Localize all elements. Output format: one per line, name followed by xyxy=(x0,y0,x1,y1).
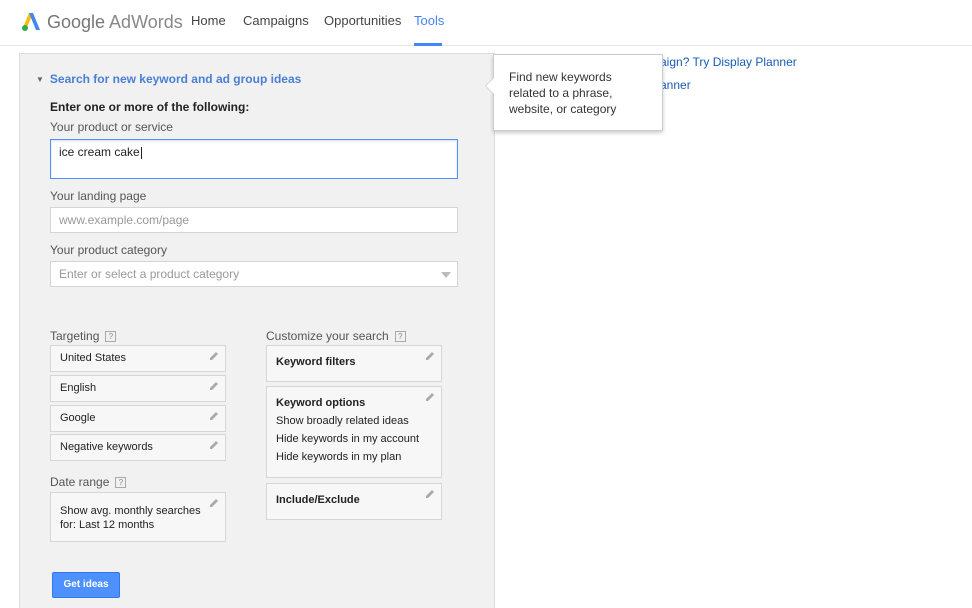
keyword-options-title: Keyword options xyxy=(276,397,366,409)
product-value: ice cream cake xyxy=(59,145,140,159)
dropdown-arrow-icon xyxy=(441,272,451,278)
product-label: Your product or service xyxy=(50,120,173,134)
nav-tools[interactable]: Tools xyxy=(414,13,444,28)
keyword-ideas-panel: ▼ Search for new keyword and ad group ide… xyxy=(19,53,495,608)
targeting-network-label: Google xyxy=(60,412,96,424)
targeting-location[interactable]: United States xyxy=(50,345,226,372)
pencil-icon xyxy=(426,490,434,498)
include-exclude-title: Include/Exclude xyxy=(276,494,360,506)
keyword-option-item: Show broadly related ideas xyxy=(276,415,409,427)
date-range-line2: for: Last 12 months xyxy=(60,519,155,531)
landing-input[interactable]: www.example.com/page xyxy=(50,207,458,233)
section-tooltip: Find new keywords related to a phrase, w… xyxy=(485,54,663,131)
nav-active-indicator xyxy=(414,43,442,46)
date-range-label: Date range? xyxy=(50,475,127,489)
pencil-icon xyxy=(210,382,218,390)
targeting-negative-keywords[interactable]: Negative keywords xyxy=(50,434,226,461)
brand-product: AdWords xyxy=(109,12,183,32)
targeting-label-text: Targeting xyxy=(50,329,100,343)
category-select[interactable]: Enter or select a product category xyxy=(50,261,458,287)
pencil-icon xyxy=(210,412,218,420)
customize-label: Customize your search? xyxy=(266,329,406,343)
section-toggle[interactable]: ▼ Search for new keyword and ad group ide… xyxy=(36,72,301,86)
help-icon[interactable]: ? xyxy=(115,477,127,488)
tooltip-text: Find new keywords related to a phrase, w… xyxy=(509,70,617,116)
help-icon[interactable]: ? xyxy=(105,331,117,342)
nav-campaigns[interactable]: Campaigns xyxy=(243,13,309,28)
pencil-icon xyxy=(426,352,434,360)
landing-label: Your landing page xyxy=(50,189,147,203)
landing-placeholder: www.example.com/page xyxy=(59,213,190,227)
adwords-logo-icon[interactable] xyxy=(20,10,42,32)
pencil-icon xyxy=(210,441,218,449)
display-planner-link[interactable]: aign? Try Display Planner xyxy=(660,55,797,69)
include-exclude-box[interactable]: Include/Exclude xyxy=(266,483,442,520)
get-ideas-button[interactable]: Get ideas xyxy=(52,572,120,598)
app-window: Google AdWords Home Campaigns Opportuniti… xyxy=(0,0,972,608)
pencil-icon xyxy=(210,499,218,507)
pencil-icon xyxy=(210,352,218,360)
top-header: Google AdWords Home Campaigns Opportuniti… xyxy=(0,0,972,46)
targeting-language[interactable]: English xyxy=(50,375,226,402)
targeting-negative-label: Negative keywords xyxy=(60,441,153,453)
keyword-option-item: Hide keywords in my account xyxy=(276,433,420,445)
nav-opportunities[interactable]: Opportunities xyxy=(324,13,401,28)
keyword-options-box[interactable]: Keyword options Show broadly related ide… xyxy=(266,386,442,478)
category-label: Your product category xyxy=(50,243,167,257)
help-icon[interactable]: ? xyxy=(394,331,406,342)
instruction-label: Enter one or more of the following: xyxy=(50,100,250,114)
caret-down-icon: ▼ xyxy=(36,75,44,84)
targeting-label: Targeting? xyxy=(50,329,117,343)
targeting-location-label: United States xyxy=(60,352,127,364)
targeting-language-label: English xyxy=(60,382,97,394)
keyword-filters-box[interactable]: Keyword filters xyxy=(266,345,442,382)
brand-name[interactable]: Google AdWords xyxy=(47,12,183,33)
planner-link[interactable]: anner xyxy=(660,78,691,92)
keyword-option-item: Hide keywords in my plan xyxy=(276,451,402,463)
text-cursor xyxy=(140,147,142,159)
date-range-label-text: Date range xyxy=(50,475,110,489)
pencil-icon xyxy=(426,393,434,401)
targeting-network[interactable]: Google xyxy=(50,405,226,432)
customize-label-text: Customize your search xyxy=(266,329,389,343)
nav-home[interactable]: Home xyxy=(191,13,226,28)
brand-google: Google xyxy=(47,12,106,32)
product-input[interactable]: ice cream cake xyxy=(50,139,458,179)
section-title: Search for new keyword and ad group idea… xyxy=(49,72,302,86)
date-range-line1: Show avg. monthly searches xyxy=(60,505,201,517)
tooltip-arrow-inner xyxy=(486,77,495,95)
category-placeholder: Enter or select a product category xyxy=(59,267,240,281)
date-range-box[interactable]: Show avg. monthly searches for: Last 12 … xyxy=(50,492,226,542)
keyword-filters-title: Keyword filters xyxy=(276,356,356,368)
